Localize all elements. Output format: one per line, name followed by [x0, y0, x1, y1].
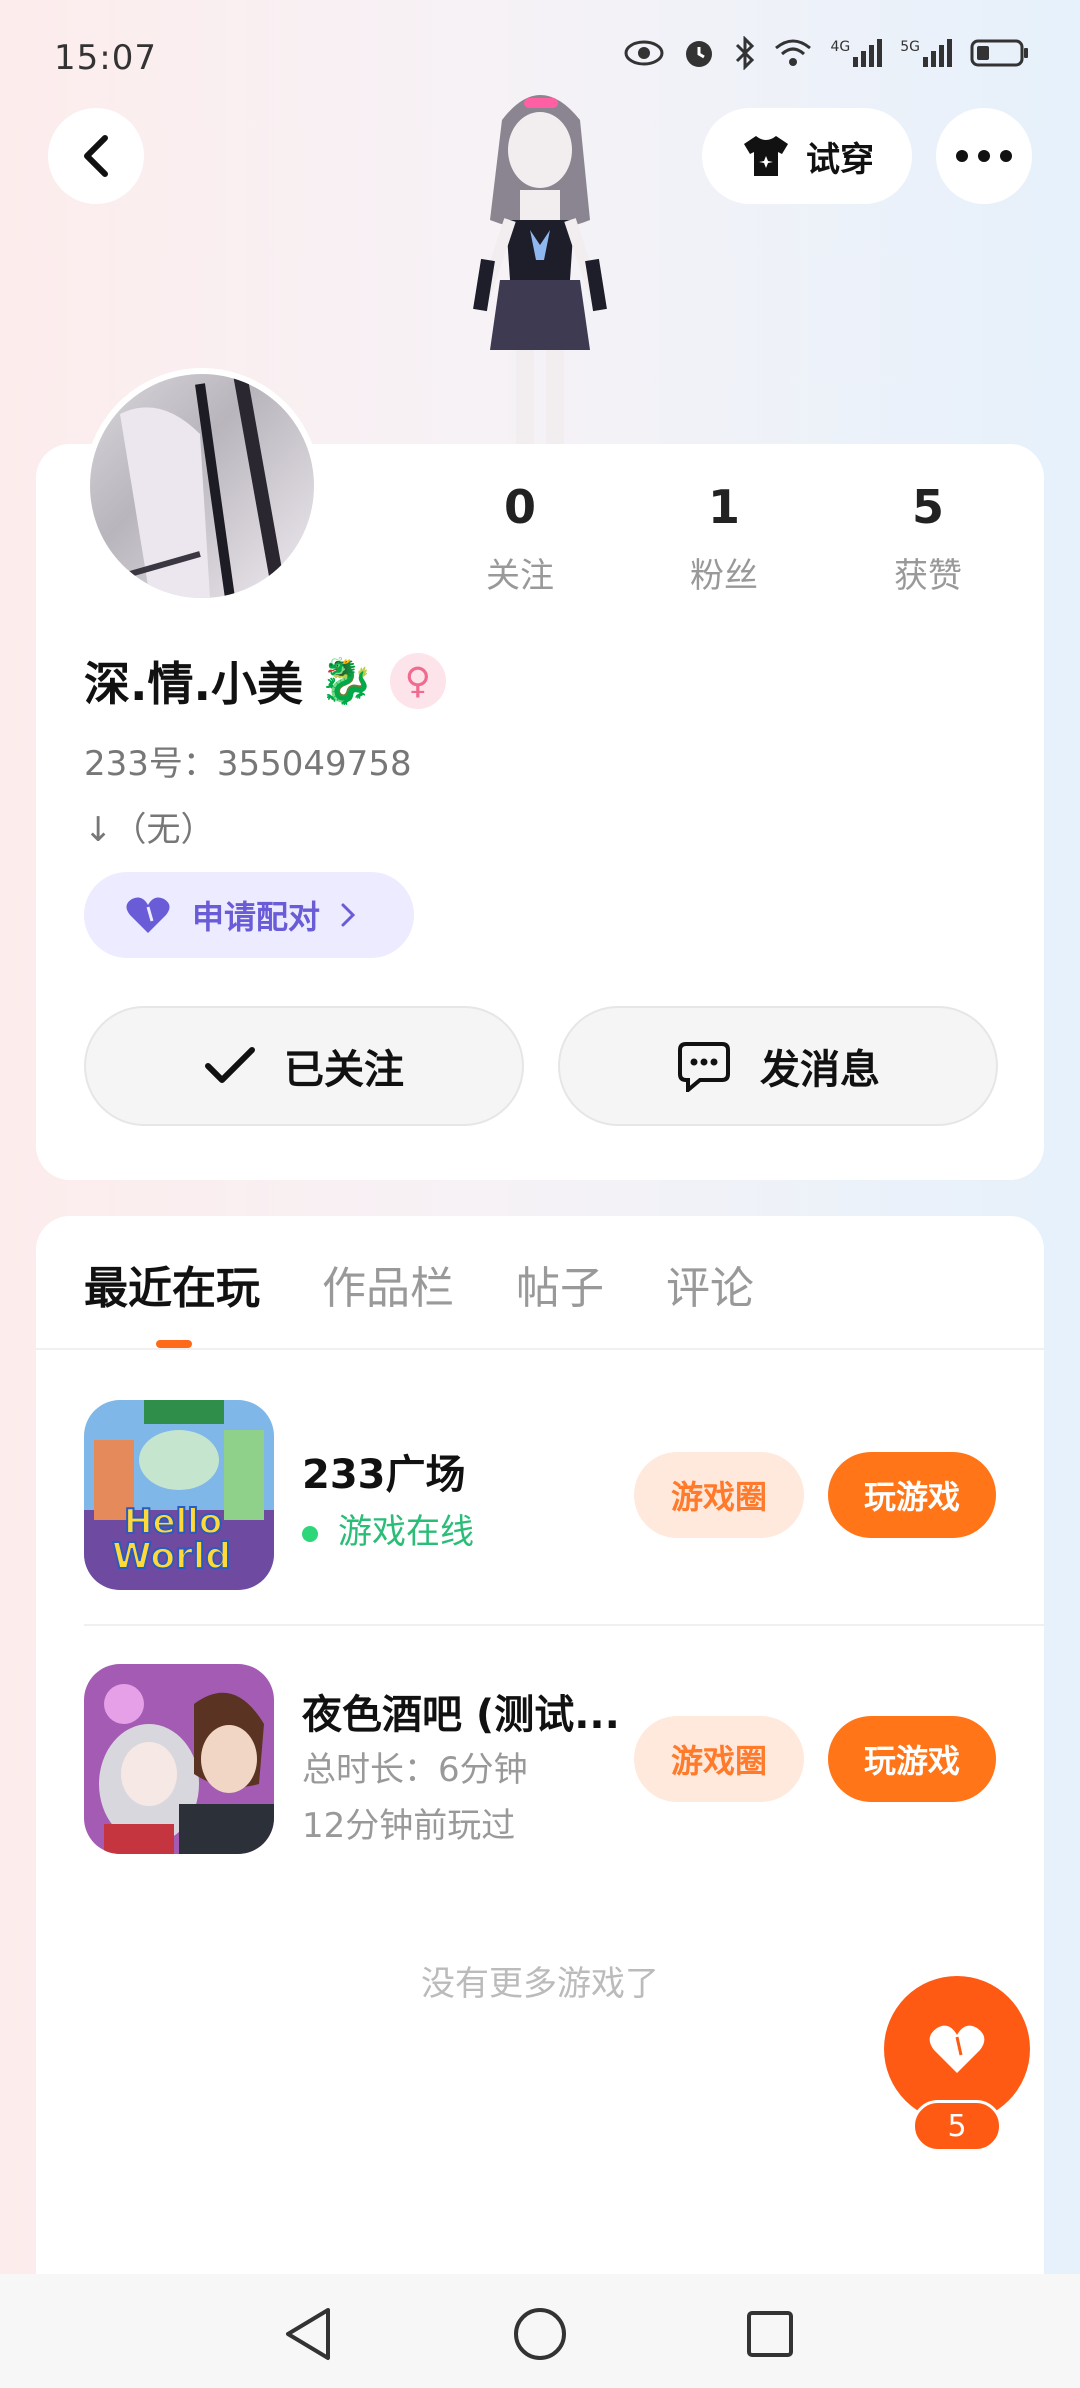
- battery-icon: [970, 39, 1028, 67]
- game-status-text: 游戏在线: [338, 1512, 474, 1552]
- chat-bubble-icon: [678, 1042, 730, 1092]
- chevron-right-icon: [341, 903, 356, 927]
- check-icon: [205, 1047, 255, 1083]
- stat-fans-label: 粉丝: [690, 556, 758, 596]
- game-last-played: 12分钟前玩过: [302, 1806, 516, 1846]
- more-dots-icon: [956, 150, 1012, 162]
- game-title: 233广场: [302, 1452, 466, 1498]
- stat-likes-value: 5: [911, 480, 944, 534]
- stat-following-label: 关注: [486, 556, 554, 596]
- eye-icon: [624, 40, 664, 66]
- tab-bar: 最近在玩 作品栏 帖子 评论: [84, 1252, 754, 1316]
- play-game-button[interactable]: 玩游戏: [828, 1716, 996, 1802]
- signal-5g: 5G: [900, 39, 952, 67]
- game-item[interactable]: 夜色酒吧 (测试... 总时长：6分钟 12分钟前玩过 游戏圈 玩游戏: [84, 1664, 1044, 1854]
- try-on-label: 试穿: [806, 139, 874, 180]
- signal-4g: 4G: [830, 39, 883, 67]
- stat-following[interactable]: 0 关注: [440, 480, 600, 597]
- nav-recents-button[interactable]: [740, 2304, 800, 2364]
- circle-home-icon: [514, 2308, 566, 2360]
- network-label-4g: 4G: [830, 39, 851, 55]
- try-on-button[interactable]: 试穿: [702, 108, 912, 204]
- female-gender-icon: ♀: [389, 653, 446, 709]
- more-button[interactable]: [936, 108, 1032, 204]
- game-item[interactable]: Hello World 233广场 游戏在线 游戏圈 玩游戏: [84, 1400, 1044, 1590]
- game-icon-night-bar: [84, 1664, 274, 1854]
- game-title: 夜色酒吧 (测试...: [302, 1692, 620, 1738]
- pair-request-button[interactable]: 申请配对: [84, 872, 414, 958]
- followed-label: 已关注: [284, 1047, 404, 1093]
- game-status: 游戏在线: [302, 1504, 474, 1553]
- network-label-5g: 5G: [900, 39, 920, 55]
- avatar-image: [90, 374, 314, 598]
- game-icon-233-plaza: Hello World: [84, 1400, 274, 1590]
- user-id: 233号：355049758: [84, 744, 412, 784]
- username-row: 深.情.小美 🐉 ♀: [84, 648, 446, 714]
- nav-home-button[interactable]: [510, 2304, 570, 2364]
- tab-indicator: [156, 1340, 192, 1348]
- heart-icon: [126, 897, 170, 933]
- stat-following-value: 0: [503, 480, 536, 534]
- online-dot: [302, 1525, 318, 1542]
- game-duration: 总时长：6分钟: [302, 1750, 528, 1790]
- item-divider: [84, 1624, 1044, 1626]
- heart-icon: [929, 2025, 985, 2073]
- triangle-back-icon: [286, 2308, 330, 2360]
- followed-button[interactable]: 已关注: [84, 1006, 524, 1126]
- tab-posts[interactable]: 帖子: [516, 1252, 604, 1316]
- stat-fans[interactable]: 1 粉丝: [644, 480, 804, 597]
- bio: ↓（无）: [84, 810, 215, 850]
- status-time: 15:07: [54, 38, 157, 78]
- back-button[interactable]: [48, 108, 144, 204]
- bluetooth-icon: [736, 36, 755, 70]
- stat-fans-value: 1: [707, 480, 740, 534]
- alarm-icon: [686, 41, 713, 67]
- game-circle-button[interactable]: 游戏圈: [634, 1716, 804, 1802]
- username: 深.情.小美: [84, 657, 303, 711]
- play-game-button[interactable]: 玩游戏: [828, 1452, 996, 1538]
- status-icons: 4G 5G: [624, 36, 1030, 70]
- wifi-icon: [775, 39, 812, 66]
- avatar-character: [440, 80, 640, 450]
- avatar[interactable]: [84, 368, 320, 604]
- pair-request-label: 申请配对: [192, 898, 321, 936]
- game-circle-button[interactable]: 游戏圈: [634, 1452, 804, 1538]
- tab-divider: [36, 1348, 1044, 1350]
- tab-recently-played[interactable]: 最近在玩: [84, 1252, 260, 1316]
- nav-back-button[interactable]: [278, 2304, 338, 2364]
- stat-likes[interactable]: 5 获赞: [848, 480, 1008, 597]
- stat-likes-label: 获赞: [894, 556, 962, 596]
- chevron-left-icon: [84, 135, 108, 177]
- tab-works[interactable]: 作品栏: [322, 1252, 454, 1316]
- send-message-label: 发消息: [760, 1047, 880, 1093]
- like-count-badge: 5: [912, 2100, 1002, 2152]
- system-nav-bar: [0, 2274, 1080, 2388]
- square-recents-icon: [747, 2311, 793, 2357]
- shirt-icon: [744, 136, 788, 176]
- dragon-icon: 🐉: [318, 656, 374, 707]
- send-message-button[interactable]: 发消息: [558, 1006, 998, 1126]
- game-icon-text-world: World: [111, 1535, 232, 1578]
- tab-comments[interactable]: 评论: [666, 1252, 754, 1316]
